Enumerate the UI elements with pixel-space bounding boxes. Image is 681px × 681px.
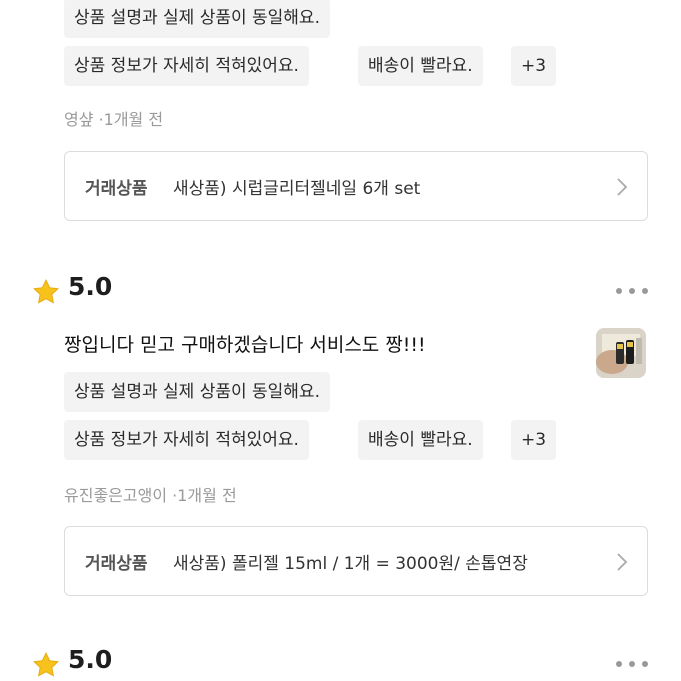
product-label: 거래상품 <box>85 554 148 574</box>
review-author[interactable]: 영샾 <box>64 110 93 129</box>
review-time: 1개월 전 <box>103 110 164 129</box>
product-name: 새상품) 폴리젤 15ml / 1개 = 3000원/ 손톱연장 <box>173 554 528 574</box>
review-time: 1개월 전 <box>177 486 237 505</box>
review-tag: 배송이 빨라요. <box>358 420 483 460</box>
review-text: 짱입니다 믿고 구매하겠습니다 서비스도 짱!!! <box>64 334 426 356</box>
product-label: 거래상품 <box>85 179 148 199</box>
review-tag-more[interactable]: +3 <box>511 420 557 460</box>
product-link[interactable]: 거래상품 새상품) 폴리젤 15ml / 1개 = 3000원/ 손톱연장 <box>64 526 648 596</box>
chevron-right-icon <box>617 553 628 571</box>
more-dots-icon[interactable] <box>616 288 650 294</box>
review-tag: 상품 정보가 자세히 적혀있어요. <box>64 420 309 460</box>
rating-score: 5.0 <box>68 645 113 674</box>
review-card: 상품 설명과 실제 상품이 동일해요. 상품 정보가 자세히 적혀있어요. 배송… <box>0 0 681 240</box>
product-link[interactable]: 거래상품 새상품) 시럽글리터젤네일 6개 set <box>64 151 648 221</box>
review-tag-more[interactable]: +3 <box>511 46 557 86</box>
review-header: 5.0 <box>32 643 652 681</box>
star-icon <box>33 279 59 304</box>
review-author[interactable]: 유진좋은고앵이 <box>64 486 167 505</box>
rating-score: 5.0 <box>68 272 113 301</box>
review-card: 5.0 <box>0 643 681 681</box>
review-tag: 상품 정보가 자세히 적혀있어요. <box>64 46 309 86</box>
product-name: 새상품) 시럽글리터젤네일 6개 set <box>173 179 421 199</box>
review-card: 5.0 짱입니다 믿고 구매하겠습니다 서비스도 짱!!! 상품 설명과 실제 … <box>0 268 681 608</box>
review-meta: 영샾 ·1개월 전 <box>64 106 163 130</box>
review-photo[interactable] <box>596 328 646 378</box>
more-dots-icon[interactable] <box>616 661 650 667</box>
chevron-right-icon <box>617 178 628 196</box>
review-tag: 상품 설명과 실제 상품이 동일해요. <box>64 0 330 38</box>
review-meta: 유진좋은고앵이 ·1개월 전 <box>64 482 237 506</box>
star-icon <box>33 652 59 677</box>
review-header: 5.0 <box>32 270 652 310</box>
review-tag: 배송이 빨라요. <box>358 46 483 86</box>
review-photo-image <box>596 328 646 378</box>
review-tag: 상품 설명과 실제 상품이 동일해요. <box>64 372 330 412</box>
